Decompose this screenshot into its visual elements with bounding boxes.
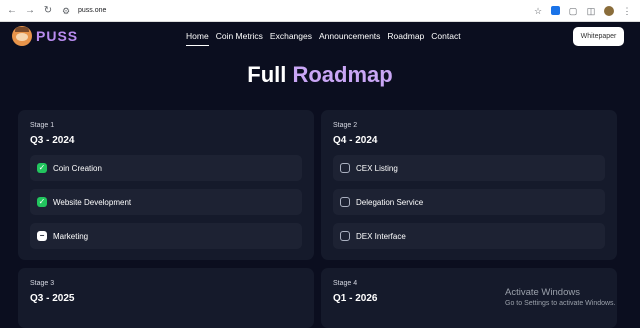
- task-item: − Marketing: [30, 223, 302, 249]
- url-text[interactable]: puss.one: [78, 7, 106, 14]
- browser-toolbar: ← → ↻ ⚙ puss.one ☆ ▢ ◫ ⋮: [0, 0, 640, 22]
- task-item: DEX Interface: [333, 223, 605, 249]
- task-label: Marketing: [53, 231, 89, 241]
- task-item: CEX Listing: [333, 155, 605, 181]
- task-label: Website Development: [53, 197, 132, 207]
- title-part-2: Roadmap: [292, 62, 393, 87]
- site-info-icon[interactable]: ⚙: [62, 6, 72, 16]
- stage-label: Stage 4: [333, 280, 358, 287]
- watermark-title: Activate Windows: [505, 287, 580, 298]
- task-label: Coin Creation: [53, 163, 102, 173]
- menu-dots-icon[interactable]: ⋮: [622, 6, 632, 16]
- back-arrow-icon[interactable]: ←: [6, 5, 18, 17]
- cat-logo-icon: [12, 26, 32, 46]
- split-view-icon[interactable]: ◫: [586, 6, 596, 16]
- task-label: CEX Listing: [356, 163, 398, 173]
- bookmark-star-icon[interactable]: ☆: [533, 6, 543, 16]
- task-label: Delegation Service: [356, 197, 424, 207]
- whitepaper-button[interactable]: Whitepaper: [573, 27, 624, 46]
- task-item: ✓ Website Development: [30, 189, 302, 215]
- main-nav: Home Coin Metrics Exchanges Announcement…: [186, 31, 461, 46]
- page-title: Full Roadmap: [0, 62, 640, 88]
- checkbox-empty-icon: [340, 231, 350, 241]
- check-done-icon: ✓: [37, 163, 47, 173]
- title-part-1: Full: [247, 62, 287, 87]
- extension-icon[interactable]: [551, 6, 560, 15]
- profile-avatar[interactable]: [604, 5, 614, 16]
- stage-label: Stage 2: [333, 122, 358, 129]
- stage-period: Q3 - 2024: [30, 135, 75, 146]
- site-header: PUSS Home Coin Metrics Exchanges Announc…: [0, 22, 640, 52]
- nav-exchanges[interactable]: Exchanges: [270, 31, 312, 41]
- nav-roadmap[interactable]: Roadmap: [387, 31, 424, 41]
- task-item: Delegation Service: [333, 189, 605, 215]
- stage-card-1: Stage 1 Q3 - 2024 ✓ Coin Creation ✓ Webs…: [18, 110, 314, 260]
- logo-text: PUSS: [36, 28, 79, 44]
- stage-card-2: Stage 2 Q4 - 2024 CEX Listing Delegation…: [321, 110, 617, 260]
- task-item: ✓ Coin Creation: [30, 155, 302, 181]
- stage-label: Stage 3: [30, 280, 55, 287]
- nav-home[interactable]: Home: [186, 31, 209, 46]
- stage-period: Q4 - 2024: [333, 135, 378, 146]
- nav-contact[interactable]: Contact: [431, 31, 460, 41]
- address-bar[interactable]: ⚙ puss.one: [62, 6, 106, 16]
- forward-arrow-icon[interactable]: →: [24, 5, 36, 17]
- check-done-icon: ✓: [37, 197, 47, 207]
- stage-period: Q3 - 2025: [30, 293, 75, 304]
- watermark-subtitle: Go to Settings to activate Windows.: [505, 300, 616, 307]
- nav-announcements[interactable]: Announcements: [319, 31, 380, 41]
- stage-card-3: Stage 3 Q3 - 2025: [18, 268, 314, 328]
- checkbox-empty-icon: [340, 163, 350, 173]
- in-progress-icon: −: [37, 231, 47, 241]
- stage-period: Q1 - 2026: [333, 293, 378, 304]
- checkbox-empty-icon: [340, 197, 350, 207]
- nav-coin-metrics[interactable]: Coin Metrics: [216, 31, 263, 41]
- extensions-puzzle-icon[interactable]: ▢: [568, 6, 578, 16]
- task-label: DEX Interface: [356, 231, 406, 241]
- site-logo[interactable]: PUSS: [12, 26, 78, 46]
- stage-label: Stage 1: [30, 122, 55, 129]
- reload-icon[interactable]: ↻: [42, 5, 54, 17]
- windows-activation-watermark: Activate Windows Go to Settings to activ…: [505, 287, 616, 307]
